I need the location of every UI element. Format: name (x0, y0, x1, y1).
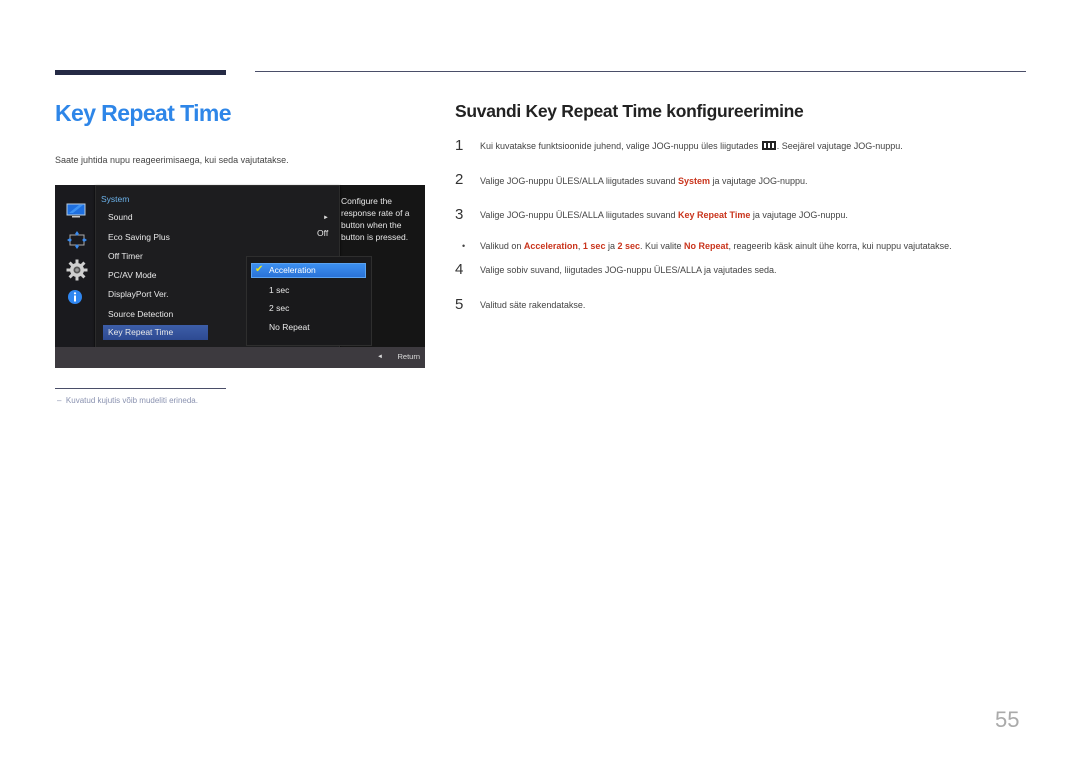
step-text: Valige sobiv suvand, liigutades JOG-nupp… (480, 265, 777, 275)
submenu-arrow-icon: ► (323, 215, 329, 221)
step-number: 3 (455, 206, 464, 223)
submenu-option-label: Acceleration (269, 265, 316, 275)
submenu-option-acceleration[interactable]: ✔ Acceleration (251, 263, 366, 278)
osd-eco-value: Off (317, 228, 329, 238)
check-icon: ✔ (255, 264, 264, 275)
step-text: Kui kuvatakse funktsioonide juhend, vali… (480, 141, 903, 151)
osd-item-source-detection[interactable]: Source Detection (108, 309, 173, 319)
osd-item-key-repeat-time[interactable]: Key Repeat Time (103, 325, 208, 340)
footnote-dash: – (57, 396, 62, 405)
note-part: , reageerib käsk ainult ühe korra, kui n… (728, 241, 952, 251)
footnote: – Kuvatud kujutis võib mudeliti erineda. (57, 396, 198, 405)
procedure-title: Suvandi Key Repeat Time konfigureerimine (455, 101, 804, 121)
submenu-option-1-sec[interactable]: 1 sec (269, 285, 289, 295)
step-text-part: . Seejärel vajutage JOG-nuppu. (776, 141, 903, 151)
step-text-part: ja vajutage JOG-nuppu. (710, 176, 808, 186)
position-icon (67, 231, 87, 249)
highlight-term: Acceleration (523, 241, 578, 251)
highlight-term: No Repeat (684, 241, 729, 251)
note-text: Valikud on Acceleration, 1 sec ja 2 sec.… (480, 241, 952, 251)
step-text-part: Valige JOG-nuppu ÜLES/ALLA liigutades su… (480, 210, 678, 220)
step-number: 2 (455, 171, 464, 188)
info-icon (68, 290, 82, 304)
osd-item-sound[interactable]: Sound (108, 212, 133, 222)
monitor-icon (66, 203, 86, 218)
osd-item-pc-av-mode[interactable]: PC/AV Mode (108, 270, 157, 280)
step-text: Valitud säte rakendatakse. (480, 300, 586, 310)
osd-category-label: System (101, 194, 130, 204)
footnote-text: Kuvatud kujutis võib mudeliti erineda. (65, 396, 198, 405)
header-bar-thick (55, 70, 226, 75)
osd-item-eco-saving-plus[interactable]: Eco Saving Plus (108, 232, 170, 242)
function-guide-icon (761, 141, 776, 150)
submenu-option-2-sec[interactable]: 2 sec (269, 303, 289, 313)
return-button[interactable]: Return (397, 352, 420, 361)
note-part: ja (605, 241, 618, 251)
osd-help-text: Configure the response rate of a button … (341, 196, 410, 242)
highlight-term: Key Repeat Time (677, 210, 751, 220)
step-number: 4 (455, 261, 464, 278)
step-text: Valige JOG-nuppu ÜLES/ALLA liigutades su… (480, 176, 808, 186)
highlight-term: 1 sec (582, 241, 606, 251)
footnote-divider (55, 388, 226, 389)
submenu-option-no-repeat[interactable]: No Repeat (269, 322, 310, 332)
note-part: . Kui valite (640, 241, 685, 251)
return-arrow-icon: ◄ (377, 354, 383, 360)
note-bullet: • (462, 241, 466, 251)
osd-icon-column (55, 185, 98, 347)
osd-menu-screenshot: System Sound ► Eco Saving Plus Off Off T… (55, 185, 425, 368)
section-description: Saate juhtida nupu reageerimisaega, kui … (55, 155, 289, 165)
step-text: Valige JOG-nuppu ÜLES/ALLA liigutades su… (480, 210, 848, 220)
step-text-part: Kui kuvatakse funktsioonide juhend, vali… (480, 141, 761, 151)
osd-submenu: ✔ Acceleration 1 sec 2 sec No Repeat (246, 256, 372, 346)
step-number: 1 (455, 137, 464, 154)
step-text-part: ja vajutage JOG-nuppu. (750, 210, 848, 220)
step-number: 5 (455, 296, 464, 313)
step-text-part: Valige JOG-nuppu ÜLES/ALLA liigutades su… (480, 176, 678, 186)
osd-footer: ◄ Return (55, 347, 425, 368)
highlight-term: 2 sec (617, 241, 640, 251)
osd-system-menu: System Sound ► Eco Saving Plus Off Off T… (95, 185, 372, 352)
header-bar-thin (255, 71, 1026, 72)
section-title: Key Repeat Time (55, 100, 232, 126)
note-part: Valikud on (480, 241, 524, 251)
gear-icon (66, 259, 88, 281)
osd-item-displayport-ver[interactable]: DisplayPort Ver. (108, 289, 168, 299)
highlight-term: System (677, 176, 710, 186)
page-number: 55 (995, 707, 1020, 732)
osd-item-off-timer[interactable]: Off Timer (108, 251, 143, 261)
